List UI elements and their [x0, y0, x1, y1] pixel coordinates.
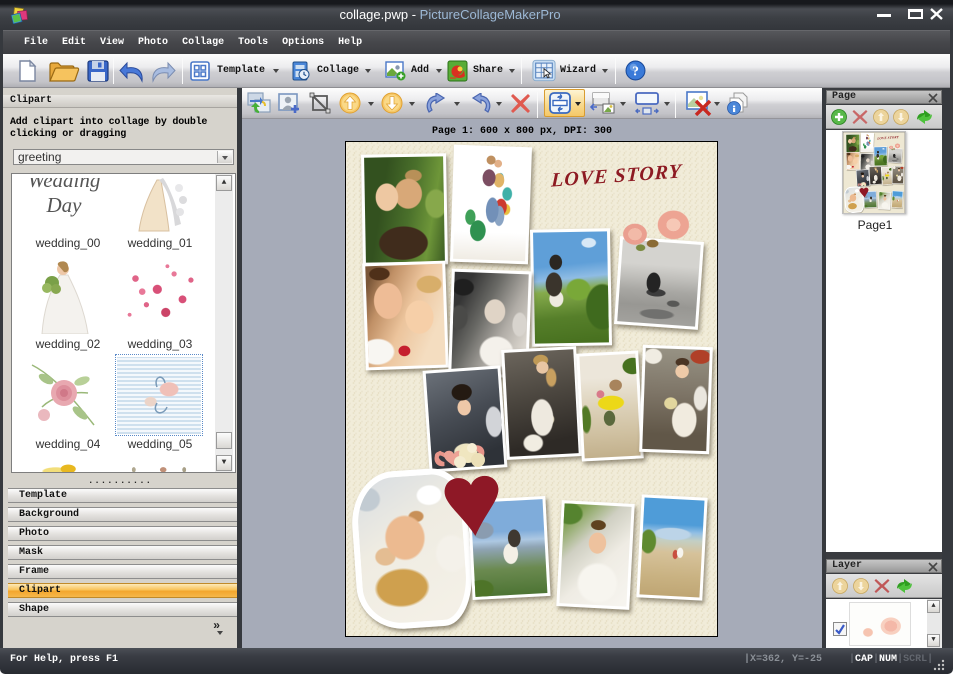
svg-text:?: ?	[632, 64, 639, 79]
